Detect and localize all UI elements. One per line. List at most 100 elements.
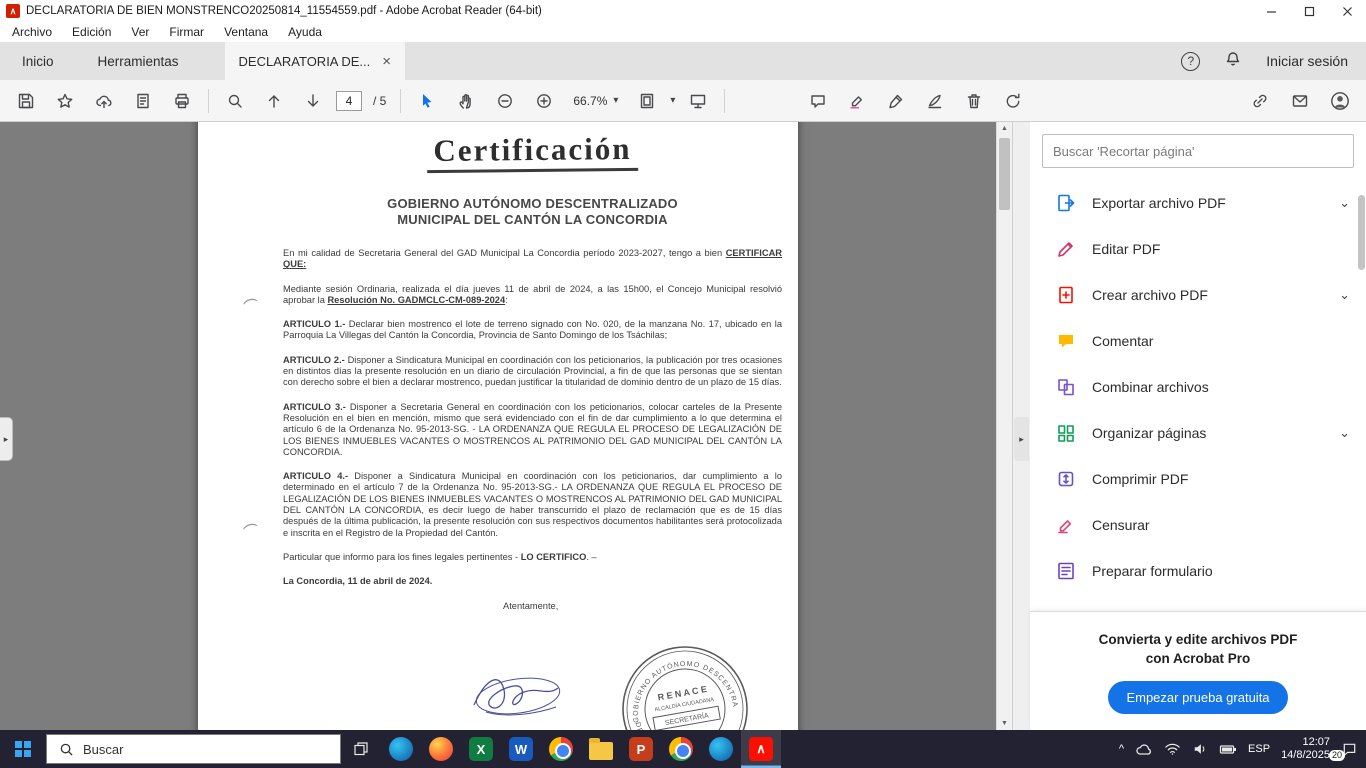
chevron-down-icon[interactable]: ▾ xyxy=(670,95,675,106)
chrome-icon[interactable] xyxy=(541,730,581,768)
scroll-up-icon[interactable]: ▲ xyxy=(997,125,1012,132)
panel-scrollbar-thumb[interactable] xyxy=(1358,195,1365,270)
scan-artifact: ( xyxy=(242,521,260,530)
tab-tools[interactable]: Herramientas xyxy=(76,42,201,80)
menu-ver[interactable]: Ver xyxy=(131,25,149,39)
tab-document-label: DECLARATORIA DE... xyxy=(239,54,371,69)
previous-page-icon[interactable] xyxy=(258,86,290,116)
panel-collapse-strip: ▸ xyxy=(1012,122,1030,730)
find-icon[interactable] xyxy=(219,86,251,116)
zoom-out-icon[interactable] xyxy=(489,86,521,116)
tools-search-input[interactable] xyxy=(1042,134,1354,168)
tool-comment[interactable]: Comentar xyxy=(1030,318,1366,364)
pdf-page: Certificación GOBIERNO AUTÓNOMO DESCENTR… xyxy=(198,122,798,730)
sign-in-button[interactable]: Iniciar sesión xyxy=(1266,53,1348,69)
avatar-icon[interactable] xyxy=(1324,86,1356,116)
tool-label: Censurar xyxy=(1092,517,1150,533)
language-indicator[interactable]: ESP xyxy=(1248,743,1270,755)
help-icon[interactable]: ? xyxy=(1181,52,1200,71)
tool-combine-files[interactable]: Combinar archivos xyxy=(1030,364,1366,410)
share-cloud-icon[interactable] xyxy=(88,86,120,116)
speaker-icon[interactable] xyxy=(1192,742,1208,756)
menu-bar: Archivo Edición Ver Firmar Ventana Ayuda xyxy=(0,22,1366,42)
print-icon[interactable] xyxy=(166,86,198,116)
hand-tool-icon[interactable] xyxy=(450,86,482,116)
save-icon[interactable] xyxy=(10,86,42,116)
tool-export-pdf[interactable]: Exportar archivo PDF ⌄ xyxy=(1030,180,1366,226)
tool-create-pdf[interactable]: Crear archivo PDF ⌄ xyxy=(1030,272,1366,318)
excel-icon[interactable]: X xyxy=(461,730,501,768)
notification-count-badge: 20 xyxy=(1329,750,1345,761)
tool-prepare-form[interactable]: Preparar formulario xyxy=(1030,548,1366,594)
send-link-icon[interactable] xyxy=(1244,86,1276,116)
hidden-icons-chevron[interactable]: ^ xyxy=(1119,743,1124,755)
expand-thumbnails-handle[interactable]: ▸ xyxy=(0,417,13,461)
firefox-icon[interactable] xyxy=(421,730,461,768)
action-center-icon[interactable]: 20 xyxy=(1341,741,1358,758)
document-title: Certificación xyxy=(427,131,638,173)
menu-archivo[interactable]: Archivo xyxy=(12,25,52,39)
tab-home[interactable]: Inicio xyxy=(0,42,76,80)
file-explorer-icon[interactable] xyxy=(581,730,621,768)
document-view-area[interactable]: Certificación GOBIERNO AUTÓNOMO DESCENTR… xyxy=(0,122,1012,730)
salutation-line: Atentamente, xyxy=(503,601,782,612)
zoom-level-dropdown[interactable]: 66.7% ▾ xyxy=(567,94,624,108)
wifi-icon[interactable] xyxy=(1164,742,1181,756)
org-line-2: MUNICIPAL DEL CANTÓN LA CONCORDIA xyxy=(283,212,782,228)
star-icon[interactable] xyxy=(49,86,81,116)
tool-compress-pdf[interactable]: Comprimir PDF xyxy=(1030,456,1366,502)
comment-icon[interactable] xyxy=(802,86,834,116)
minimize-button[interactable] xyxy=(1252,0,1290,22)
rotate-pages-icon[interactable] xyxy=(997,86,1029,116)
taskbar-clock[interactable]: 12:07 14/8/2025 xyxy=(1281,736,1330,763)
sign-pen-icon[interactable] xyxy=(880,86,912,116)
collapse-tools-panel-handle[interactable]: ▸ xyxy=(1014,417,1029,461)
start-button[interactable] xyxy=(0,730,46,768)
close-button[interactable] xyxy=(1328,0,1366,22)
select-tool-icon[interactable] xyxy=(411,86,443,116)
tool-organize-pages[interactable]: Organizar páginas ⌄ xyxy=(1030,410,1366,456)
tool-redact[interactable]: Censurar xyxy=(1030,502,1366,548)
zoom-in-icon[interactable] xyxy=(528,86,560,116)
maximize-button[interactable] xyxy=(1290,0,1328,22)
acrobat-icon[interactable]: ∧ xyxy=(741,730,781,768)
export-page-icon[interactable] xyxy=(127,86,159,116)
menu-ayuda[interactable]: Ayuda xyxy=(288,25,322,39)
email-icon[interactable] xyxy=(1284,86,1316,116)
chevron-down-icon[interactable]: ⌄ xyxy=(1339,195,1350,211)
scroll-down-icon[interactable]: ▼ xyxy=(997,720,1012,727)
taskbar-search[interactable]: Buscar xyxy=(46,734,341,764)
tool-edit-pdf[interactable]: Editar PDF xyxy=(1030,226,1366,272)
menu-firmar[interactable]: Firmar xyxy=(169,25,204,39)
tab-document[interactable]: DECLARATORIA DE... × xyxy=(225,42,406,80)
tool-label: Comentar xyxy=(1092,333,1153,349)
edge-icon[interactable] xyxy=(381,730,421,768)
battery-icon[interactable] xyxy=(1219,743,1237,756)
menu-edicion[interactable]: Edición xyxy=(72,25,111,39)
windows-logo-icon xyxy=(15,741,31,757)
onedrive-icon[interactable] xyxy=(1135,742,1153,756)
page-fit-icon[interactable] xyxy=(631,86,663,116)
presentation-mode-icon[interactable] xyxy=(682,86,714,116)
acrobat-pro-promo: Convierta y edite archivos PDF con Acrob… xyxy=(1030,611,1366,730)
close-tab-icon[interactable]: × xyxy=(382,53,391,70)
chevron-down-icon[interactable]: ⌄ xyxy=(1339,425,1350,441)
chrome-profile-icon[interactable] xyxy=(661,730,701,768)
toolbar-separator xyxy=(724,89,725,113)
edge-secondary-icon[interactable] xyxy=(701,730,741,768)
fill-sign-icon[interactable] xyxy=(919,86,951,116)
powerpoint-icon[interactable]: P xyxy=(621,730,661,768)
next-page-icon[interactable] xyxy=(297,86,329,116)
document-scrollbar[interactable]: ▲ ▼ xyxy=(996,122,1012,730)
delete-pages-icon[interactable] xyxy=(958,86,990,116)
task-view-icon[interactable] xyxy=(341,730,381,768)
page-number-input[interactable]: 4 xyxy=(336,91,362,111)
bell-icon[interactable] xyxy=(1224,50,1242,73)
highlighter-icon[interactable] xyxy=(841,86,873,116)
word-icon[interactable]: W xyxy=(501,730,541,768)
menu-ventana[interactable]: Ventana xyxy=(224,25,268,39)
chevron-down-icon[interactable]: ⌄ xyxy=(1339,287,1350,303)
tool-label: Exportar archivo PDF xyxy=(1092,195,1226,211)
scrollbar-thumb[interactable] xyxy=(999,138,1010,210)
start-free-trial-button[interactable]: Empezar prueba gratuita xyxy=(1108,681,1287,714)
